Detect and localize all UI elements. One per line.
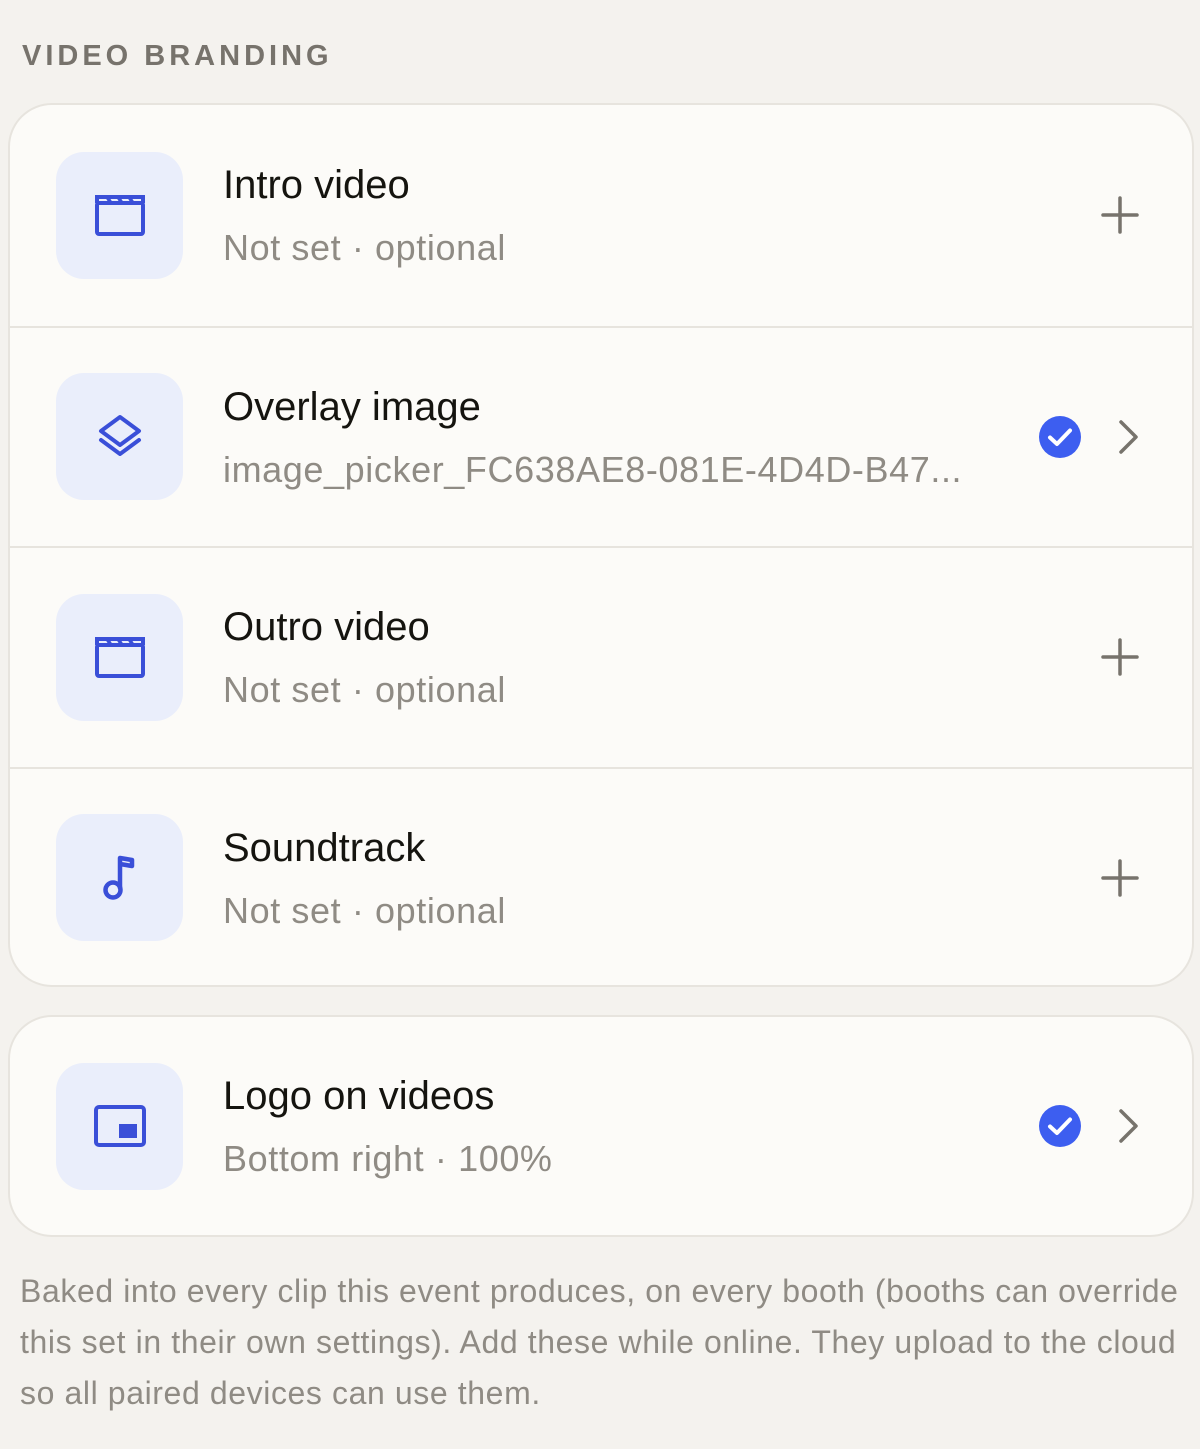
music-note-icon (102, 855, 134, 900)
overlay-image-texts: Overlay image image_picker_FC638AE8-081E… (223, 382, 1023, 492)
logo-on-videos-row[interactable]: Logo on videos Bottom right · 100% (10, 1017, 1192, 1235)
soundtrack-row[interactable]: Soundtrack Not set · optional (10, 766, 1192, 986)
checkmark-circle-icon (1039, 415, 1081, 458)
outro-video-title: Outro video (223, 605, 430, 650)
intro-video-title: Intro video (223, 163, 410, 208)
outro-video-texts: Outro video Not set · optional (223, 602, 1023, 712)
overlay-image-subtitle: image_picker_FC638AE8-081E-4D4D-B47... (223, 448, 963, 490)
chevron-right-icon[interactable] (1116, 419, 1140, 455)
chevron-right-icon[interactable] (1116, 1108, 1140, 1144)
soundtrack-title: Soundtrack (223, 825, 426, 870)
overlay-image-icon-tile (56, 373, 183, 501)
logo-on-videos-texts: Logo on videos Bottom right · 100% (223, 1071, 1023, 1181)
intro-video-subtitle: Not set · optional (223, 227, 506, 269)
intro-video-icon-tile (56, 151, 183, 279)
outro-video-icon-tile (56, 593, 183, 721)
plus-icon[interactable] (1100, 637, 1140, 677)
section-title: VIDEO BRANDING (22, 40, 333, 72)
logo-card: Logo on videos Bottom right · 100% (8, 1015, 1194, 1237)
soundtrack-texts: Soundtrack Not set · optional (223, 823, 1023, 933)
checkmark-circle-icon (1039, 1105, 1081, 1147)
clapperboard-icon (94, 195, 145, 237)
soundtrack-subtitle: Not set · optional (223, 889, 506, 931)
clapperboard-icon (94, 637, 145, 679)
plus-icon[interactable] (1100, 195, 1140, 235)
outro-video-row[interactable]: Outro video Not set · optional (10, 546, 1192, 767)
logo-on-videos-title: Logo on videos (223, 1074, 495, 1118)
logo-on-videos-subtitle: Bottom right · 100% (223, 1138, 553, 1179)
intro-video-row[interactable]: Intro video Not set · optional (10, 105, 1192, 326)
layers-icon (98, 414, 141, 456)
media-card: Intro video Not set · optional Overlay i… (8, 103, 1194, 987)
overlay-image-title: Overlay image (223, 384, 481, 429)
plus-icon[interactable] (1100, 858, 1140, 898)
soundtrack-icon-tile (56, 814, 183, 942)
footnote-text: Baked into every clip this event produce… (20, 1273, 1179, 1411)
outro-video-subtitle: Not set · optional (223, 669, 506, 711)
intro-video-texts: Intro video Not set · optional (223, 160, 1023, 270)
overlay-image-row[interactable]: Overlay image image_picker_FC638AE8-081E… (10, 325, 1192, 547)
logo-icon-tile (56, 1062, 183, 1190)
picture-in-picture-icon (93, 1105, 146, 1147)
